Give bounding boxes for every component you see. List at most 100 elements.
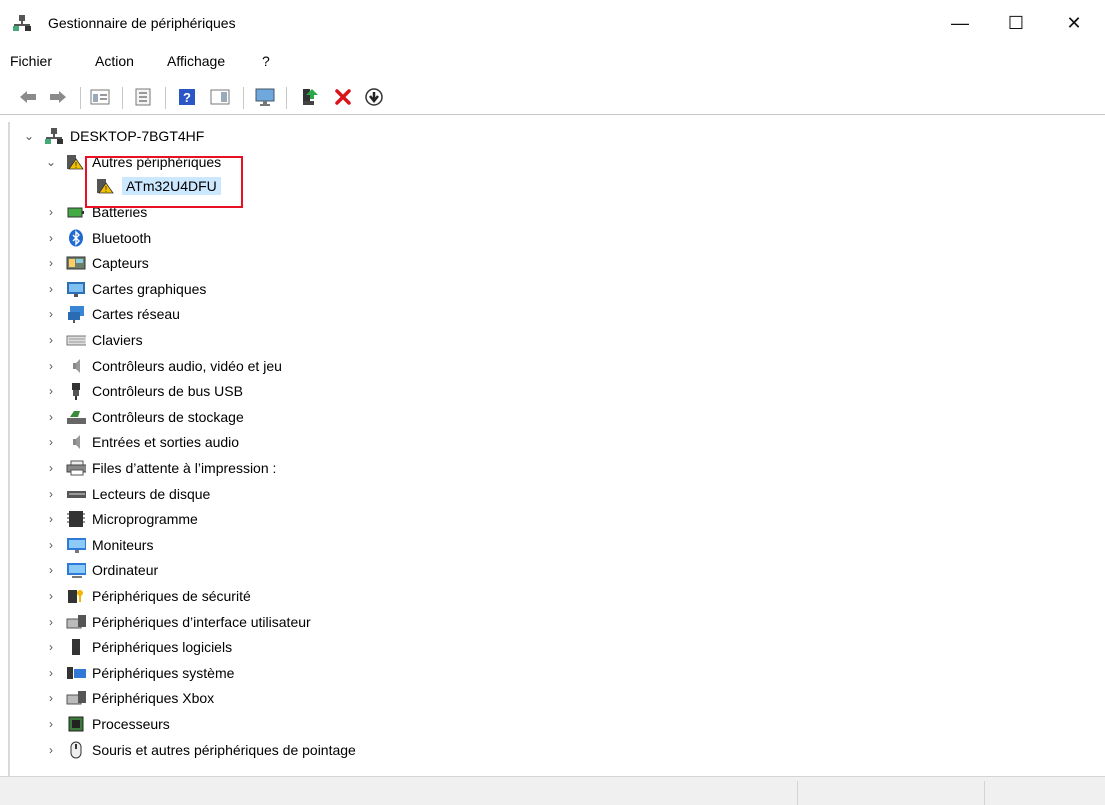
close-button[interactable]: ✕ <box>1051 0 1097 46</box>
menu-fichier[interactable]: Fichier <box>10 53 52 69</box>
tree-category[interactable]: › Claviers <box>44 328 143 352</box>
chevron-right-icon[interactable]: › <box>44 333 58 347</box>
highlight-box <box>85 156 243 208</box>
tree-category[interactable]: › Microprogramme <box>44 507 198 531</box>
chevron-right-icon[interactable]: › <box>44 359 58 373</box>
display-adapter-icon <box>66 280 86 298</box>
driver-icon[interactable] <box>131 85 155 109</box>
menu-help[interactable]: ? <box>262 53 270 69</box>
hid-device-icon <box>66 613 86 631</box>
category-label: Bluetooth <box>92 229 152 246</box>
maximize-button[interactable]: ☐ <box>993 0 1039 46</box>
tree-category[interactable]: › Périphériques d’interface utilisateur <box>44 610 311 634</box>
disk-drive-icon <box>66 485 86 503</box>
computer-network-icon <box>44 127 64 145</box>
tree-category[interactable]: › Souris et autres périphériques de point… <box>44 738 356 762</box>
chevron-right-icon[interactable]: › <box>44 384 58 398</box>
chevron-right-icon[interactable]: › <box>44 538 58 552</box>
chevron-right-icon[interactable]: › <box>44 589 58 603</box>
category-label: Ordinateur <box>92 562 159 579</box>
category-label: Contrôleurs audio, vidéo et jeu <box>92 357 282 374</box>
title-bar: Gestionnaire de périphériques — ☐ ✕ <box>0 0 1105 46</box>
tree-category[interactable]: › Bluetooth <box>44 226 151 250</box>
tree-category[interactable]: › Cartes réseau <box>44 302 180 326</box>
device-tree: ⌄ DESKTOP-7BGT4HF ⌄ ! Autres périphériqu… <box>8 122 1105 776</box>
chevron-down-icon[interactable]: ⌄ <box>22 129 36 143</box>
category-label: Périphériques logiciels <box>92 639 233 656</box>
category-label: Moniteurs <box>92 536 154 553</box>
chevron-right-icon[interactable]: › <box>44 435 58 449</box>
printer-icon <box>66 459 86 477</box>
category-label: Souris et autres périphériques de pointa… <box>92 741 356 758</box>
chevron-right-icon[interactable]: › <box>44 615 58 629</box>
speaker-icon <box>66 357 86 375</box>
chevron-right-icon[interactable]: › <box>44 410 58 424</box>
processor-icon <box>66 715 86 733</box>
monitor-icon <box>66 536 86 554</box>
status-bar <box>0 776 1105 805</box>
category-label: Entrées et sorties audio <box>92 434 240 451</box>
unknown-device-warning-icon: ! <box>66 153 86 171</box>
chevron-right-icon[interactable]: › <box>44 461 58 475</box>
tree-category[interactable]: › Contrôleurs audio, vidéo et jeu <box>44 354 282 378</box>
menu-action[interactable]: Action <box>95 53 134 69</box>
tree-category[interactable]: › Périphériques système <box>44 661 234 685</box>
chevron-right-icon[interactable]: › <box>44 282 58 296</box>
chevron-right-icon[interactable]: › <box>44 487 58 501</box>
back-arrow-icon[interactable] <box>16 85 40 109</box>
help-icon[interactable]: ? <box>175 85 199 109</box>
category-label: Cartes réseau <box>92 306 180 323</box>
menu-affichage[interactable]: Affichage <box>167 53 225 69</box>
category-label: Périphériques système <box>92 664 235 681</box>
bluetooth-icon <box>66 229 86 247</box>
tree-category[interactable]: › Ordinateur <box>44 558 158 582</box>
chevron-right-icon[interactable]: › <box>44 563 58 577</box>
tree-category[interactable]: › Capteurs <box>44 251 149 275</box>
tree-category[interactable]: › Contrôleurs de stockage <box>44 405 244 429</box>
uninstall-x-icon[interactable] <box>331 85 355 109</box>
tree-category[interactable]: › Périphériques logiciels <box>44 635 232 659</box>
minimize-button[interactable]: — <box>937 0 983 46</box>
usb-icon <box>66 382 86 401</box>
chevron-right-icon[interactable]: › <box>44 666 58 680</box>
category-label: Contrôleurs de stockage <box>92 408 244 425</box>
tree-category[interactable]: › Files d’attente à l’impression : <box>44 456 276 480</box>
chevron-right-icon[interactable]: › <box>44 691 58 705</box>
category-label: Périphériques de sécurité <box>92 588 251 604</box>
download-arrow-icon[interactable] <box>362 85 386 109</box>
tree-category[interactable]: › Entrées et sorties audio <box>44 430 239 454</box>
category-label: Périphériques d’interface utilisateur <box>92 613 311 630</box>
tree-root[interactable]: ⌄ DESKTOP-7BGT4HF <box>22 124 204 148</box>
firmware-chip-icon <box>66 510 86 528</box>
chevron-right-icon[interactable]: › <box>44 512 58 526</box>
speaker-icon <box>66 433 86 451</box>
tree-category[interactable]: › Périphériques de sécurité <box>44 584 251 608</box>
tree-category[interactable]: › Processeurs <box>44 712 170 736</box>
tree-category[interactable]: › Lecteurs de disque <box>44 482 210 506</box>
svg-text:?: ? <box>183 90 191 105</box>
computer-icon <box>66 561 86 579</box>
chevron-right-icon[interactable]: › <box>44 231 58 245</box>
category-label: Contrôleurs de bus USB <box>92 383 243 400</box>
software-device-icon <box>66 638 86 656</box>
chevron-right-icon[interactable]: › <box>44 717 58 731</box>
properties-grid-icon[interactable] <box>88 85 112 109</box>
chevron-right-icon[interactable]: › <box>44 205 58 219</box>
tree-category[interactable]: › Périphériques Xbox <box>44 686 214 710</box>
tree-category[interactable]: › Cartes graphiques <box>44 277 206 301</box>
enable-device-icon[interactable] <box>298 85 322 109</box>
storage-controller-icon <box>66 408 86 426</box>
chevron-right-icon[interactable]: › <box>44 256 58 270</box>
view-panel-icon[interactable] <box>208 85 232 109</box>
tree-category[interactable]: › Contrôleurs de bus USB <box>44 379 243 403</box>
tree-category[interactable]: › Moniteurs <box>44 533 153 557</box>
network-adapter-icon <box>66 305 86 324</box>
chevron-right-icon[interactable]: › <box>44 743 58 757</box>
chevron-right-icon[interactable]: › <box>44 640 58 654</box>
chevron-right-icon[interactable]: › <box>44 307 58 321</box>
chevron-down-icon[interactable]: ⌄ <box>44 155 58 169</box>
security-key-icon <box>66 587 86 605</box>
battery-icon <box>66 203 86 221</box>
scan-hardware-icon[interactable] <box>253 85 277 109</box>
forward-arrow-icon[interactable] <box>46 85 70 109</box>
